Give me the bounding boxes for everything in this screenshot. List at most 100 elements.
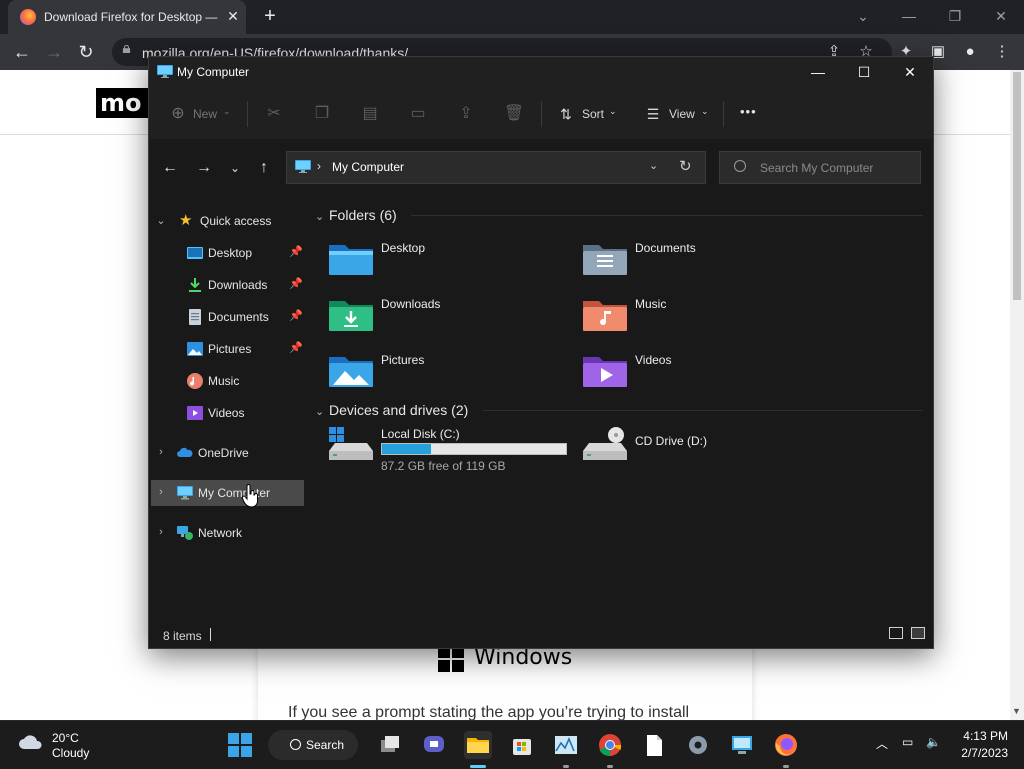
folder-tile-desktop[interactable]: Desktop [327,237,567,283]
nav-item-documents[interactable]: Documents 📌 [151,304,304,330]
install-prompt-text: If you see a prompt stating the app you’… [288,704,690,720]
nav-item-quick-access[interactable]: ⌄ ★ Quick access [151,208,304,234]
browser-forward-button[interactable]: → [42,40,66,64]
start-windows-icon[interactable] [228,733,252,757]
browser-restore-button[interactable]: ❐ [943,4,967,28]
browser-tab[interactable]: Download Firefox for Desktop — ✕ [8,0,246,34]
chrome-icon[interactable] [596,731,624,759]
address-dropdown-icon[interactable]: ⌄ [649,159,658,172]
file-explorer-taskbar-icon[interactable] [464,731,492,759]
sort-button[interactable]: Sort [582,107,604,121]
scroll-down-arrow-icon[interactable]: ▼ [1012,706,1021,716]
expand-chevron-down-icon[interactable]: ⌄ [155,214,167,227]
cloud-weather-icon[interactable] [18,734,44,750]
explorer-minimize-button[interactable]: — [795,57,841,89]
more-options-button[interactable]: ••• [740,104,757,119]
refresh-icon[interactable]: ↻ [679,157,692,175]
pin-icon[interactable]: 📌 [289,245,303,258]
drive-tile-d[interactable]: CD Drive (D:) [581,427,821,473]
nav-item-music[interactable]: Music [151,368,304,394]
explorer-search-box[interactable]: Search My Computer [719,151,921,184]
browser-tab-strip: Download Firefox for Desktop — ✕ + ⌄ — ❐… [0,0,1024,34]
pin-icon[interactable]: 📌 [289,309,303,322]
group-collapse-chevron-icon[interactable]: ⌄ [315,405,324,418]
breadcrumb-my-computer[interactable]: My Computer [332,160,404,174]
cut-icon[interactable]: ✂ [263,103,285,125]
explorer-title-bar[interactable]: My Computer — ☐ ✕ [149,57,933,89]
browser-close-button[interactable]: ✕ [989,4,1013,28]
toolbar-separator [723,101,724,127]
explorer-content-pane: ⌄ Folders (6) Desktop Documents Download… [307,191,933,621]
nav-item-network[interactable]: › Network [151,520,304,546]
folders-group-header[interactable]: Folders (6) [329,207,397,223]
copy-icon[interactable]: ❐ [311,103,333,125]
group-collapse-chevron-icon[interactable]: ⌄ [315,210,324,223]
nav-item-my-computer[interactable]: › My Computer [151,480,304,506]
pin-icon[interactable]: 📌 [289,277,303,290]
pictures-icon [187,342,203,356]
show-hidden-icons-chevron-icon[interactable]: ︿ [876,735,888,752]
new-tab-button[interactable]: + [260,6,280,26]
teams-chat-icon[interactable] [420,731,448,759]
explorer-forward-arrow-icon[interactable]: → [193,157,215,179]
folder-tile-videos[interactable]: Videos [581,349,821,395]
clock-date[interactable]: 2/7/2023 [950,746,1008,760]
rename-icon[interactable]: ▭ [407,103,429,125]
profile-icon[interactable]: ● [960,42,980,62]
expand-chevron-right-icon[interactable]: › [155,486,167,498]
expand-chevron-right-icon[interactable]: › [155,446,167,458]
page-scrollbar[interactable]: ▼ [1010,70,1024,720]
computer-icon [295,160,311,173]
nav-item-desktop[interactable]: Desktop 📌 [151,240,304,266]
nav-item-pictures[interactable]: Pictures 📌 [151,336,304,362]
sort-icon: ⇅ [560,106,572,122]
weather-condition[interactable]: Cloudy [52,746,89,760]
browser-minimize-button[interactable]: — [897,4,921,28]
view-icon: ☰ [646,106,660,122]
explorer-title: My Computer [177,65,250,79]
browser-reload-button[interactable]: ↻ [74,40,98,64]
explorer-address-bar[interactable]: › My Computer ⌄ ↻ [286,151,706,184]
control-panel-icon[interactable] [728,731,756,759]
task-view-icon[interactable] [376,731,404,759]
folder-tile-music[interactable]: Music [581,293,821,339]
details-view-icon[interactable] [889,627,903,639]
nav-item-videos[interactable]: Videos [151,400,304,426]
view-button[interactable]: View [669,107,695,121]
clock-time[interactable]: 4:13 PM [958,729,1008,743]
folder-tile-pictures[interactable]: Pictures [327,349,567,395]
share-file-icon[interactable]: ⇪ [455,103,477,125]
explorer-close-button[interactable]: ✕ [887,57,933,89]
nav-item-downloads[interactable]: Downloads 📌 [151,272,304,298]
expand-chevron-right-icon[interactable]: › [155,526,167,538]
microsoft-store-icon[interactable] [508,731,536,759]
weather-temperature[interactable]: 20°C [52,731,79,745]
up-arrow-icon[interactable]: ↑ [253,157,275,179]
document-file-icon[interactable] [640,731,668,759]
page-scrollbar-thumb[interactable] [1013,72,1021,300]
tab-search-chevron-icon[interactable]: ⌄ [851,4,875,28]
display-icon[interactable]: ▭ [902,735,913,749]
folder-tile-documents[interactable]: Documents [581,237,821,283]
pin-icon[interactable]: 📌 [289,341,303,354]
paste-icon[interactable]: ▤ [359,103,381,125]
taskbar-search-button[interactable]: Search [268,730,358,760]
volume-icon[interactable]: 🔈 [926,735,941,749]
browser-back-button[interactable]: ← [10,40,34,64]
performance-monitor-icon[interactable] [552,731,580,759]
firefox-icon[interactable] [772,731,800,759]
tiles-view-icon[interactable] [911,627,925,639]
recent-locations-chevron-icon[interactable]: ⌄ [224,157,246,179]
drives-group-header[interactable]: Devices and drives (2) [329,402,468,418]
browser-menu-icon[interactable]: ⋮ [992,42,1012,62]
tab-close-icon[interactable]: ✕ [224,7,242,25]
settings-gear-icon[interactable] [684,731,712,759]
new-button[interactable]: New [193,107,217,121]
folder-tile-downloads[interactable]: Downloads [327,293,567,339]
explorer-maximize-button[interactable]: ☐ [841,57,887,89]
computer-icon [157,65,173,78]
drive-tile-c[interactable]: Local Disk (C:) 87.2 GB free of 119 GB [327,427,575,473]
nav-item-onedrive[interactable]: › OneDrive [151,440,304,466]
delete-icon[interactable]: 🗑 [503,103,525,125]
explorer-back-arrow-icon[interactable]: ← [159,157,181,179]
